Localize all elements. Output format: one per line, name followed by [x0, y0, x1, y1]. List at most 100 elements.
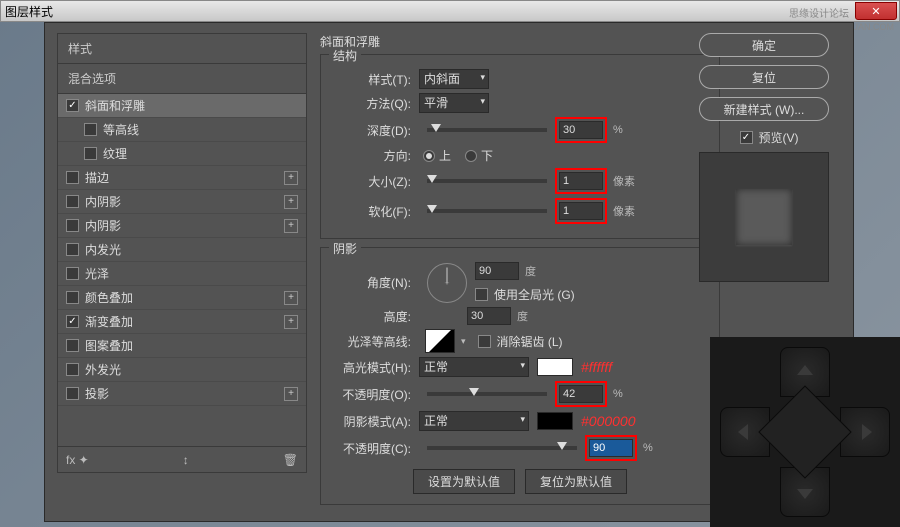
shadow-opacity-label: 不透明度(C): [331, 440, 411, 457]
highlight-opacity-label: 不透明度(O): [331, 386, 411, 403]
style-label: 投影 [85, 385, 109, 402]
sidebar-item-9[interactable]: ✓渐变叠加+ [58, 310, 306, 334]
styles-sidebar: 样式 混合选项 ✓斜面和浮雕等高线纹理描边+ 内阴影 + 内阴影 + 内发光光泽颜色叠加+… [57, 33, 307, 473]
highlight-mode-select[interactable]: 正常 [419, 357, 529, 377]
preview-label: 预览(V) [759, 129, 799, 146]
sidebar-menu-icon[interactable]: ↕ [183, 453, 189, 467]
chevron-down-icon[interactable]: ▾ [461, 336, 466, 347]
method-select[interactable]: 平滑 [419, 93, 489, 113]
depth-input[interactable]: 30 [559, 121, 603, 139]
right-panel: 确定 复位 新建样式 (W)... ✓ 预览(V) [699, 33, 839, 282]
highlight-opacity-highlight: 42 [555, 381, 607, 407]
add-effect-icon[interactable]: + [284, 291, 298, 305]
sidebar-header-blend[interactable]: 混合选项 [58, 64, 306, 94]
style-select[interactable]: 内斜面 [419, 69, 489, 89]
global-light-label: 使用全局光 (G) [494, 286, 575, 303]
sidebar-item-8[interactable]: 颜色叠加+ [58, 286, 306, 310]
style-checkbox[interactable]: ✓ [66, 99, 79, 112]
soften-unit: 像素 [613, 203, 635, 219]
soften-input[interactable]: 1 [559, 202, 603, 220]
sidebar-item-6[interactable]: 内发光 [58, 238, 306, 262]
size-label: 大小(Z): [331, 173, 411, 190]
style-label: 纹理 [103, 145, 127, 162]
style-checkbox[interactable] [66, 267, 79, 280]
highlight-color-annotation: #ffffff [581, 359, 612, 375]
style-checkbox[interactable] [84, 123, 97, 136]
structure-fieldset: 结构 样式(T): 内斜面 方法(Q): 平滑 深度(D): 30 % 方向: … [320, 54, 720, 239]
add-effect-icon[interactable]: + [284, 387, 298, 401]
size-slider[interactable] [427, 179, 547, 183]
sidebar-item-4[interactable]: 内阴影 + [58, 190, 306, 214]
direction-down-radio[interactable] [465, 150, 477, 162]
soften-label: 软化(F): [331, 203, 411, 220]
soften-slider[interactable] [427, 209, 547, 213]
style-label: 内发光 [85, 241, 121, 258]
style-label: 内阴影 [85, 193, 121, 210]
set-default-button[interactable]: 设置为默认值 [413, 469, 515, 494]
shadow-opacity-slider[interactable] [427, 446, 577, 450]
angle-dial[interactable] [427, 263, 467, 303]
style-label: 等高线 [103, 121, 139, 138]
global-light-checkbox[interactable] [475, 288, 488, 301]
highlight-opacity-input[interactable]: 42 [559, 385, 603, 403]
style-checkbox[interactable] [66, 339, 79, 352]
soften-highlight: 1 [555, 198, 607, 224]
highlight-opacity-slider[interactable] [427, 392, 547, 396]
sidebar-item-7[interactable]: 光泽 [58, 262, 306, 286]
antialias-label: 消除锯齿 (L) [497, 333, 563, 350]
add-effect-icon[interactable]: + [284, 195, 298, 209]
style-checkbox[interactable] [66, 219, 79, 232]
close-button[interactable]: ✕ [855, 2, 897, 20]
antialias-checkbox[interactable] [478, 335, 491, 348]
direction-up-radio[interactable] [423, 150, 435, 162]
depth-slider[interactable] [427, 128, 547, 132]
sidebar-header-styles[interactable]: 样式 [58, 34, 306, 64]
sidebar-item-2[interactable]: 纹理 [58, 142, 306, 166]
size-input[interactable]: 1 [559, 172, 603, 190]
triangle-up-icon [797, 365, 813, 375]
add-effect-icon[interactable]: + [284, 315, 298, 329]
sidebar-item-12[interactable]: 投影 + [58, 382, 306, 406]
style-label: 图案叠加 [85, 337, 133, 354]
angle-input[interactable]: 90 [475, 262, 519, 280]
sidebar-item-0[interactable]: ✓斜面和浮雕 [58, 94, 306, 118]
watermark: 思缘设计论坛 [789, 5, 849, 20]
altitude-input[interactable]: 30 [467, 307, 511, 325]
style-checkbox[interactable] [66, 195, 79, 208]
sidebar-item-11[interactable]: 外发光 [58, 358, 306, 382]
shadow-opacity-input[interactable]: 90 [589, 439, 633, 457]
sidebar-item-5[interactable]: 内阴影 + [58, 214, 306, 238]
shadow-color-swatch[interactable] [537, 412, 573, 430]
style-label: 内阴影 [85, 217, 121, 234]
add-effect-icon[interactable]: + [284, 219, 298, 233]
sidebar-item-3[interactable]: 描边+ [58, 166, 306, 190]
style-checkbox[interactable] [84, 147, 97, 160]
style-checkbox[interactable]: ✓ [66, 315, 79, 328]
preview-box [699, 152, 829, 282]
ok-button[interactable]: 确定 [699, 33, 829, 57]
reset-default-button[interactable]: 复位为默认值 [525, 469, 627, 494]
gloss-contour-picker[interactable] [425, 329, 455, 353]
sidebar-footer: fx ✦ ↕ 🗑 [58, 446, 306, 472]
dpad-preview [710, 337, 900, 527]
new-style-button[interactable]: 新建样式 (W)... [699, 97, 829, 121]
shadow-mode-select[interactable]: 正常 [419, 411, 529, 431]
style-label: 光泽 [85, 265, 109, 282]
preview-checkbox[interactable]: ✓ [740, 131, 753, 144]
direction-label: 方向: [331, 147, 411, 164]
fx-icon[interactable]: fx ✦ [66, 453, 89, 467]
cancel-button[interactable]: 复位 [699, 65, 829, 89]
add-effect-icon[interactable]: + [284, 171, 298, 185]
highlight-color-swatch[interactable] [537, 358, 573, 376]
sidebar-item-10[interactable]: 图案叠加 [58, 334, 306, 358]
style-checkbox[interactable] [66, 171, 79, 184]
style-checkbox[interactable] [66, 291, 79, 304]
style-checkbox[interactable] [66, 243, 79, 256]
style-checkbox[interactable] [66, 387, 79, 400]
angle-label: 角度(N): [331, 274, 411, 291]
style-checkbox[interactable] [66, 363, 79, 376]
sidebar-item-1[interactable]: 等高线 [58, 118, 306, 142]
titlebar: 图层样式 思缘设计论坛 ✕ [0, 0, 900, 22]
trash-icon[interactable]: 🗑 [283, 453, 298, 467]
triangle-left-icon [738, 424, 748, 440]
